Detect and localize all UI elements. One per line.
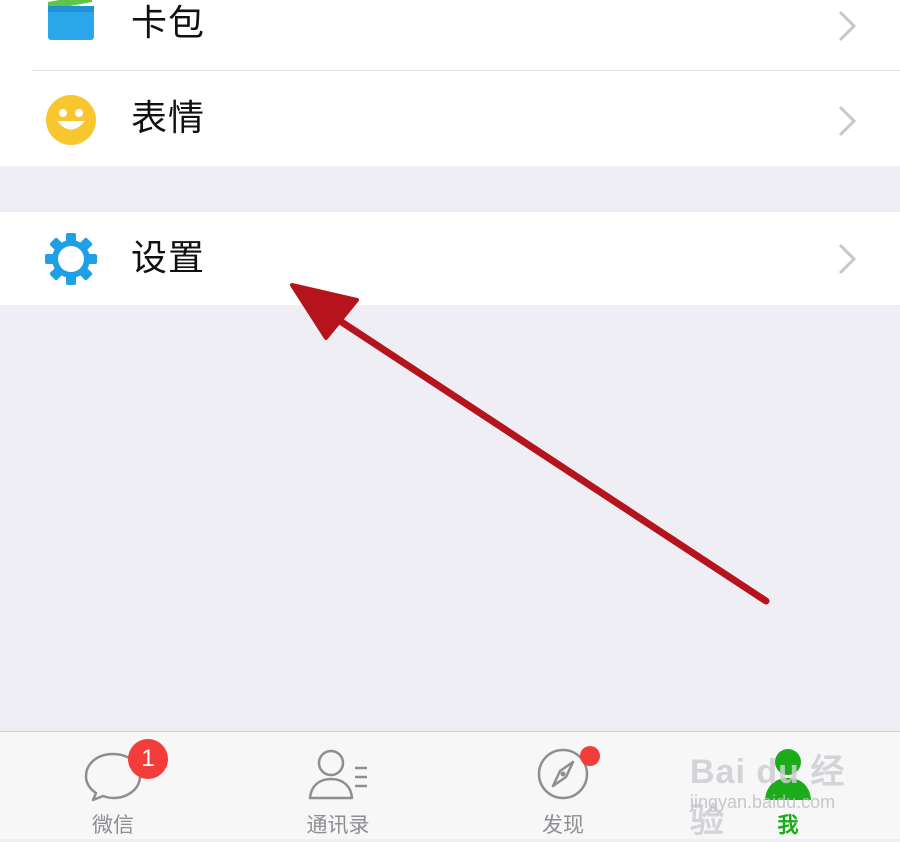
new-content-dot [580,746,600,766]
menu-item-settings[interactable]: 设置 [0,212,900,305]
menu-item-label: 卡包 [131,3,206,44]
gear-icon [44,232,98,286]
contacts-icon [307,746,369,802]
chevron-right-icon [834,6,860,46]
menu-item-label: 设置 [131,238,206,279]
chevron-right-icon [834,239,860,279]
tab-discover[interactable]: 发现 [483,732,643,839]
card-wallet-icon [46,0,96,46]
tab-label: 微信 [92,813,134,837]
tab-label: 通讯录 [306,813,370,837]
menu-item-label: 表情 [131,98,206,139]
tab-label: 我 [777,813,799,837]
tab-contacts[interactable]: 通讯录 [258,732,418,839]
unread-badge: 1 [128,739,168,779]
menu-item-stickers[interactable]: 表情 [0,71,900,166]
menu-item-card-wallet[interactable]: 卡包 [0,0,900,71]
smiley-face-icon [45,94,97,146]
tab-me[interactable]: 我 [708,732,868,839]
chevron-right-icon [834,101,860,141]
person-icon [762,746,814,802]
tab-chats[interactable]: 1 微信 [33,732,193,839]
tab-label: 发现 [542,813,584,837]
tab-bar: 1 微信 通讯录 发现 我 [0,731,900,839]
